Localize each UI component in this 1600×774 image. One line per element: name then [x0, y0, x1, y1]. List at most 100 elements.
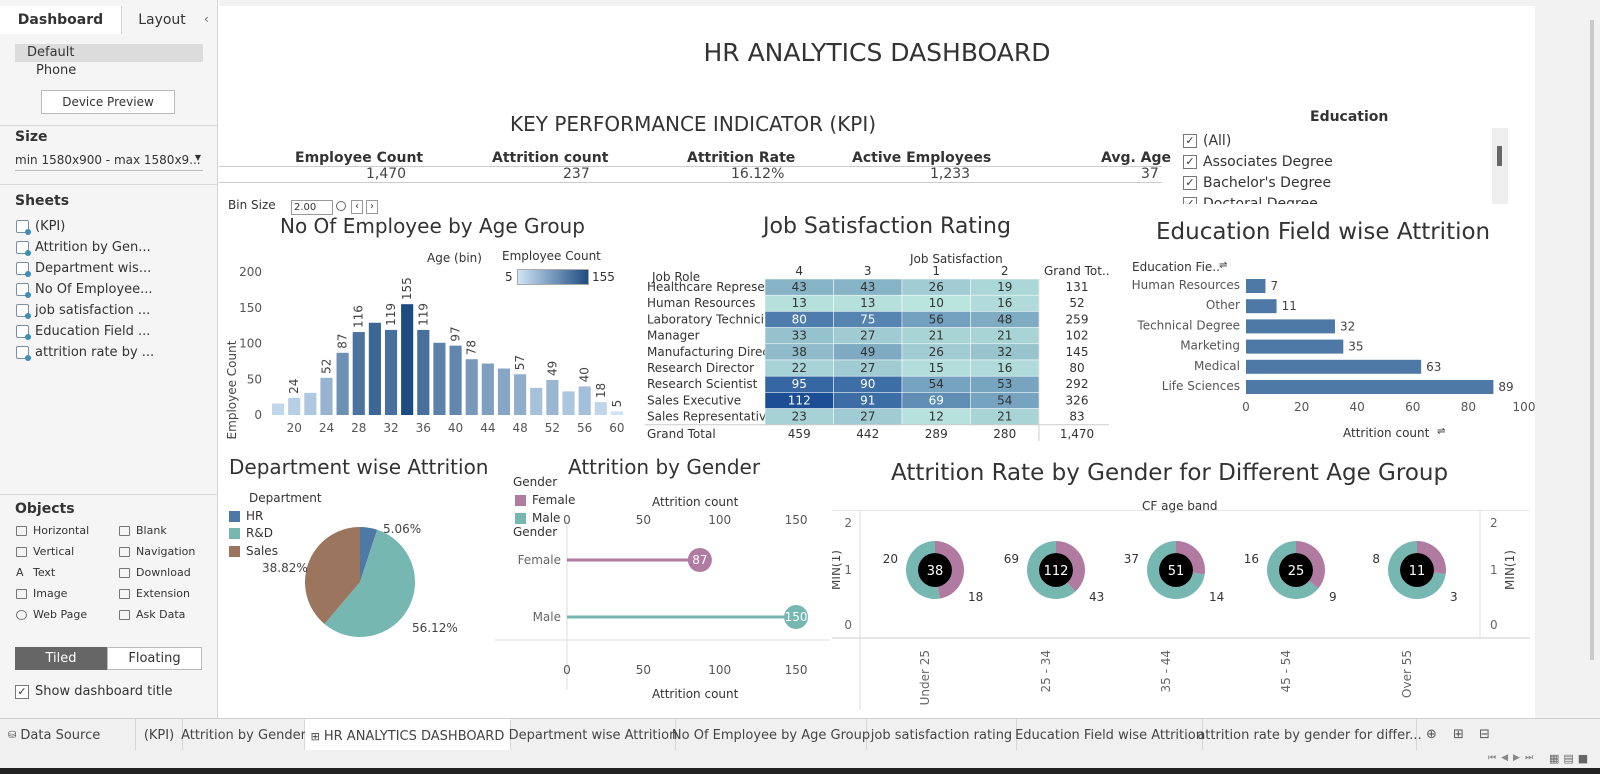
sheet-item[interactable]: attrition rate by ...	[16, 345, 154, 361]
object-blank[interactable]: Blank	[119, 524, 167, 537]
sheet-nav-icon[interactable]: ⏮◀▶⏭	[1488, 753, 1538, 763]
object-download[interactable]: Download	[119, 566, 191, 579]
object-text[interactable]: A Text	[16, 566, 55, 579]
slider-handle-icon[interactable]	[336, 201, 346, 211]
edu-bar-value: 7	[1270, 279, 1278, 293]
tab-department-wise-attrition[interactable]: Department wise Attrition	[509, 719, 677, 751]
age-bar	[336, 352, 349, 415]
device-default[interactable]: Default	[15, 44, 203, 62]
device-preview-button[interactable]: Device Preview	[41, 90, 175, 114]
tiled-button[interactable]: Tiled	[15, 647, 107, 670]
education-option[interactable]: ✓ Doctoral Degree	[1183, 196, 1318, 204]
bin-size-input[interactable]: 2.00	[291, 200, 333, 215]
edu-x-tick-label: 80	[1461, 400, 1476, 414]
tab-attrition-rate-age[interactable]: attrition rate by gender for differ...	[1197, 719, 1422, 751]
size-select[interactable]: min 1580x900 - max 1580x9... ▼	[15, 153, 203, 171]
kpi-value: 37	[1141, 166, 1159, 182]
gender-category-label: Male	[533, 610, 561, 624]
vertical-scrollbar[interactable]	[1590, 20, 1594, 660]
heatmap-row-label: Manufacturing Direc..	[647, 345, 777, 359]
view-toggle-icon[interactable]: ▦▤■	[1549, 752, 1592, 765]
education-option[interactable]: ✓ (All)	[1183, 133, 1231, 149]
sheet-item[interactable]: (KPI)	[16, 219, 66, 235]
object-horizontal[interactable]: Horizontal	[16, 524, 89, 537]
heatmap-cell-value: 16	[997, 296, 1012, 310]
gender-x-tick-top: 100	[708, 515, 731, 527]
y-tick-right: 0	[1490, 618, 1498, 632]
gender-x-tick-top: 50	[636, 515, 651, 527]
tab-layout[interactable]: Layout	[122, 6, 202, 34]
heatmap-cell-value: 91	[860, 393, 875, 407]
kpi-label: Avg. Age	[1101, 150, 1172, 166]
legend-swatch	[229, 510, 240, 522]
sort-icon[interactable]: ⇌	[1219, 260, 1227, 271]
floating-button[interactable]: Floating	[107, 647, 202, 670]
sheet-label: Education Field ...	[35, 324, 151, 339]
tab-job-satisfaction[interactable]: job satisfaction rating	[867, 719, 1017, 751]
tab-attrition-by-gender[interactable]: Attrition by Gender	[181, 719, 306, 751]
tab-data-source[interactable]: ⛁ Data Source	[0, 719, 136, 751]
heatmap-row-label: Healthcare Represe..	[647, 280, 772, 294]
new-dashboard-icon[interactable]: ⊞	[1453, 727, 1464, 742]
new-worksheet-icon[interactable]: ⊕	[1426, 727, 1437, 742]
step-forward-icon[interactable]: ›	[366, 200, 378, 214]
object-web-page[interactable]: Web Page	[16, 608, 87, 621]
age-bar	[562, 391, 575, 415]
tab-education-field[interactable]: Education Field wise Attrition	[1015, 719, 1204, 751]
new-story-icon[interactable]: ⊟	[1479, 727, 1490, 742]
y-tick-label: 150	[239, 301, 262, 315]
education-filter-list: ✓ (All) ✓ Associates Degree ✓ Bachelor's De…	[1180, 128, 1500, 204]
x-tick-label: 36	[416, 421, 431, 435]
x-tick-label: 60	[609, 421, 624, 435]
database-icon: ⛁	[8, 729, 17, 741]
y-axis-label-right: MIN(1)	[1503, 550, 1517, 590]
tab-label: HR ANALYTICS DASHBOARD	[323, 728, 505, 744]
object-label: Extension	[136, 587, 191, 600]
department-pie-chart: 5.06% 56.12% 38.82%	[262, 522, 458, 637]
object-label: Web Page	[33, 608, 88, 621]
tab-kpi[interactable]: (KPI)	[136, 719, 183, 751]
collapse-icon[interactable]: ‹	[204, 12, 209, 26]
row-total-value: 80	[1069, 361, 1084, 375]
legend-label: Female	[532, 493, 576, 507]
sheet-label: Attrition by Gen...	[35, 240, 151, 255]
heatmap-cell-value: 38	[792, 345, 807, 359]
sheet-item[interactable]: job satisfaction ...	[16, 303, 150, 319]
object-image[interactable]: Image	[16, 587, 67, 600]
device-phone[interactable]: Phone	[36, 63, 76, 78]
education-option[interactable]: ✓ Associates Degree	[1183, 154, 1333, 170]
heatmap-column-header: Job Satisfaction	[910, 252, 1003, 266]
heatmap-cell-value: 54	[929, 377, 944, 391]
worksheet-icon	[16, 304, 31, 319]
education-option[interactable]: ✓ Bachelor's Degree	[1183, 175, 1331, 191]
pie-slice-label: 38.82%	[262, 561, 308, 575]
heatmap-row-label: Research Director	[647, 361, 754, 375]
object-label: Text	[33, 566, 56, 579]
step-back-icon[interactable]: ‹	[351, 200, 363, 214]
x-tick-label: 20	[287, 421, 302, 435]
row-total-value: 131	[1066, 280, 1089, 294]
object-ask-data[interactable]: Ask Data	[119, 608, 185, 621]
sheet-item[interactable]: Department wis...	[16, 261, 151, 277]
kpi-rule	[219, 182, 1162, 183]
sheet-label: (KPI)	[35, 219, 66, 234]
tab-hr-analytics-dashboard[interactable]: ⊞ HR ANALYTICS DASHBOARD	[305, 719, 511, 751]
show-title-checkbox[interactable]: ✓ Show dashboard title	[15, 684, 173, 699]
object-navigation[interactable]: Navigation	[119, 545, 195, 558]
tab-no-of-employee[interactable]: No Of Employee by Age Group	[672, 719, 870, 751]
sort-icon[interactable]: ⇌	[1437, 426, 1445, 437]
worksheet-icon	[16, 262, 31, 277]
object-extension[interactable]: Extension	[119, 587, 190, 600]
age-band-label: 45 - 54	[1279, 650, 1293, 693]
sheet-item[interactable]: Attrition by Gen...	[16, 240, 151, 256]
sheet-item[interactable]: Education Field ...	[16, 324, 151, 340]
kpi-value: 1,470	[366, 166, 407, 182]
tab-dashboard[interactable]: Dashboard	[0, 6, 122, 34]
filter-scrollbar[interactable]	[1492, 128, 1508, 204]
scroll-thumb[interactable]	[1497, 146, 1502, 166]
checkbox-checked-icon: ✓	[1183, 134, 1197, 148]
object-vertical[interactable]: Vertical	[16, 545, 74, 558]
education-field-title: Education Field wise Attrition	[1156, 219, 1491, 245]
sheet-item[interactable]: No Of Employee...	[16, 282, 153, 298]
gender-x-tick-bottom: 150	[785, 663, 808, 677]
